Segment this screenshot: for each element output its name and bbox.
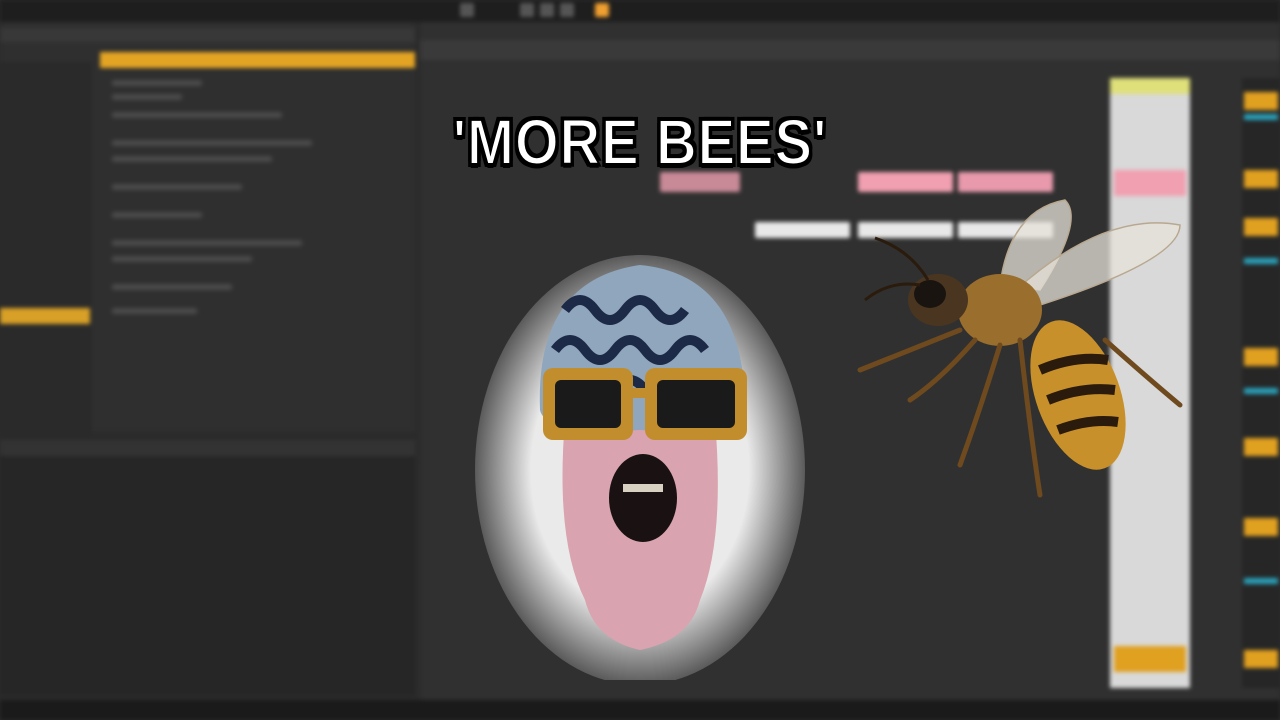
- browser-selected-category[interactable]: [0, 308, 90, 324]
- browser-item[interactable]: [112, 94, 182, 100]
- bee-legs: [857, 327, 1183, 498]
- detail-view-header: [0, 440, 415, 456]
- teeth: [623, 484, 663, 492]
- play-button[interactable]: [520, 3, 534, 17]
- track-meter: [1244, 388, 1278, 394]
- track-meter: [1244, 114, 1278, 120]
- clip[interactable]: [755, 222, 850, 238]
- track-meter: [1244, 578, 1278, 584]
- mixer-clip[interactable]: [1114, 646, 1186, 672]
- browser-item[interactable]: [112, 184, 242, 190]
- track-activator[interactable]: [1244, 218, 1278, 236]
- browser-item[interactable]: [112, 308, 197, 314]
- sunglasses: [543, 368, 747, 440]
- track-meter: [1244, 258, 1278, 264]
- track-controls: [1242, 78, 1280, 688]
- record-button[interactable]: [560, 3, 574, 17]
- timeline-ruler[interactable]: [420, 40, 1280, 60]
- transport-button[interactable]: [460, 3, 474, 17]
- browser-item[interactable]: [112, 80, 202, 86]
- browser-selected-item[interactable]: [100, 52, 415, 68]
- track-activator[interactable]: [1244, 518, 1278, 536]
- browser-item[interactable]: [112, 284, 232, 290]
- track-activator[interactable]: [1244, 348, 1278, 366]
- transport-bar: [0, 0, 1280, 22]
- mouth: [609, 454, 677, 542]
- stop-button[interactable]: [540, 3, 554, 17]
- status-bar: [0, 700, 1280, 720]
- caption-title: 'MORE BEES': [452, 105, 828, 179]
- metronome-button[interactable]: [595, 3, 609, 17]
- person-figure: [475, 255, 805, 680]
- track-activator[interactable]: [1244, 170, 1278, 188]
- browser-item[interactable]: [112, 256, 252, 262]
- bee-antenna: [874, 236, 930, 281]
- browser-panel: [0, 22, 415, 432]
- detail-view: [0, 440, 415, 695]
- track-activator[interactable]: [1244, 650, 1278, 668]
- browser-item[interactable]: [112, 240, 302, 246]
- mixer-header: [1110, 78, 1190, 94]
- track-activator[interactable]: [1244, 438, 1278, 456]
- bee-figure: [857, 199, 1183, 498]
- browser-header: [0, 28, 415, 42]
- track-activator[interactable]: [1244, 92, 1278, 110]
- browser-item[interactable]: [112, 212, 202, 218]
- bee-thorax: [958, 274, 1042, 346]
